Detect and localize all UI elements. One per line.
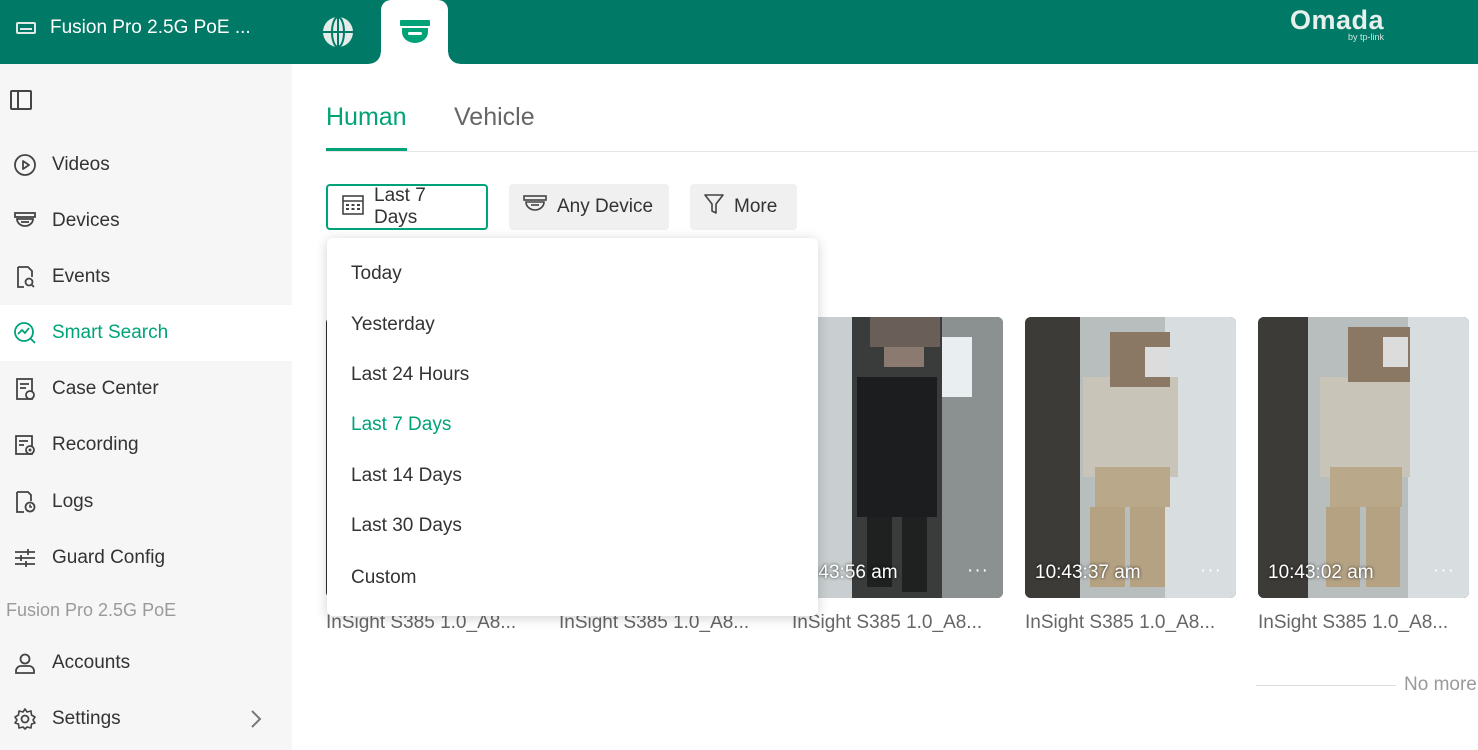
timestamp: 10:43:37 am — [1035, 562, 1141, 583]
sidebar-section-label: Fusion Pro 2.5G PoE — [6, 600, 177, 620]
user-icon — [12, 650, 38, 676]
end-of-results: No more — [1256, 674, 1477, 696]
sidebar-item-smart-search[interactable]: Smart Search — [0, 305, 292, 361]
sidebar-item-events[interactable]: Events — [0, 249, 292, 305]
snapshot-image — [792, 317, 1003, 598]
device-filter-label: Any Device — [557, 196, 654, 217]
camera-dome-icon — [523, 194, 547, 220]
sidebar-item-videos[interactable]: Videos — [0, 137, 292, 193]
camera-name: InSight S385 1.0_A8... — [1025, 612, 1216, 633]
date-range-dropdown: Today Yesterday Last 24 Hours Last 7 Day… — [327, 238, 818, 616]
guard-app-tab[interactable] — [369, 0, 460, 64]
sidebar-item-label: Smart Search — [52, 322, 169, 343]
gear-icon — [12, 706, 38, 732]
sidebar-item-label: Recording — [52, 434, 139, 455]
snapshot-image — [1258, 317, 1469, 598]
filter-funnel-icon — [704, 193, 724, 221]
case-icon — [12, 376, 38, 402]
no-more-text: No more — [1404, 674, 1477, 695]
result-thumbnail[interactable]: 10:43:37 am ··· — [1025, 317, 1236, 598]
sidebar-item-logs[interactable]: Logs — [0, 474, 292, 530]
sidebar-collapse-icon[interactable] — [10, 90, 32, 110]
sidebar: Videos Devices Events Smart Search Case … — [0, 64, 292, 750]
date-range-filter[interactable]: Last 7 Days — [326, 184, 488, 230]
result-thumbnail[interactable]: 10:43:02 am ··· — [1258, 317, 1469, 598]
calendar-icon — [342, 193, 364, 221]
timestamp: 10:43:02 am — [1268, 562, 1374, 583]
sidebar-item-label: Logs — [52, 491, 94, 512]
sliders-icon — [12, 545, 38, 571]
date-option-today[interactable]: Today — [351, 263, 402, 285]
camera-name: InSight S385 1.0_A8... — [792, 612, 983, 633]
more-options-icon[interactable]: ··· — [967, 560, 989, 582]
divider — [1256, 684, 1396, 686]
site-name: Fusion Pro 2.5G PoE ... — [50, 17, 251, 38]
date-range-label: Last 7 Days — [374, 185, 426, 228]
sidebar-item-label: Events — [52, 266, 111, 287]
sidebar-item-settings[interactable]: Settings — [0, 691, 292, 747]
camera-dome-icon — [399, 20, 430, 43]
sidebar-item-label: Case Center — [52, 378, 159, 399]
more-options-icon[interactable]: ··· — [1433, 560, 1455, 582]
sidebar-item-label: Settings — [52, 708, 121, 729]
sidebar-item-recording[interactable]: Recording — [0, 417, 292, 473]
logs-icon — [12, 489, 38, 515]
recording-icon — [12, 432, 38, 458]
globe-icon — [323, 16, 353, 48]
sidebar-item-accounts[interactable]: Accounts — [0, 635, 292, 691]
smart-search-icon — [12, 320, 38, 346]
date-option-custom[interactable]: Custom — [351, 567, 416, 589]
date-option-yesterday[interactable]: Yesterday — [351, 314, 435, 336]
sidebar-item-label: Videos — [52, 154, 110, 175]
chevron-right-icon — [250, 709, 262, 735]
sidebar-item-guard-config[interactable]: Guard Config — [0, 530, 292, 586]
sidebar-item-label: Accounts — [52, 652, 131, 673]
sidebar-item-devices[interactable]: Devices — [0, 193, 292, 249]
network-globe-button[interactable] — [318, 12, 358, 52]
camera-name: InSight S385 1.0_A8... — [1258, 612, 1449, 633]
snapshot-image — [1025, 317, 1236, 598]
date-option-last-7-days[interactable]: Last 7 Days — [351, 414, 451, 436]
more-filter[interactable]: More — [690, 184, 797, 230]
result-thumbnail[interactable]: 10:43:56 am ··· — [792, 317, 1003, 598]
event-search-icon — [12, 264, 38, 290]
sidebar-item-case-center[interactable]: Case Center — [0, 361, 292, 417]
device-filter[interactable]: Any Device — [509, 184, 669, 230]
play-circle-icon — [12, 152, 38, 178]
top-bar: Fusion Pro 2.5G PoE ... Omada by tp-link — [0, 0, 1478, 64]
date-option-last-14-days[interactable]: Last 14 Days — [351, 465, 462, 487]
detection-type-tabs: Human Vehicle — [326, 95, 1478, 152]
more-options-icon[interactable]: ··· — [1200, 560, 1222, 582]
date-option-last-24-hours[interactable]: Last 24 Hours — [351, 364, 469, 386]
tab-vehicle[interactable]: Vehicle — [454, 103, 535, 151]
site-selector[interactable]: Fusion Pro 2.5G PoE ... — [16, 14, 251, 42]
sidebar-item-label: Devices — [52, 210, 120, 231]
date-option-last-30-days[interactable]: Last 30 Days — [351, 515, 462, 537]
omada-logo: Omada by tp-link — [1290, 4, 1384, 42]
tab-human[interactable]: Human — [326, 103, 407, 151]
gateway-device-icon — [16, 22, 36, 34]
sidebar-item-label: Guard Config — [52, 547, 166, 568]
brand-subtitle: by tp-link — [1347, 32, 1384, 42]
camera-dome-icon — [12, 208, 38, 234]
more-filter-label: More — [734, 196, 778, 217]
